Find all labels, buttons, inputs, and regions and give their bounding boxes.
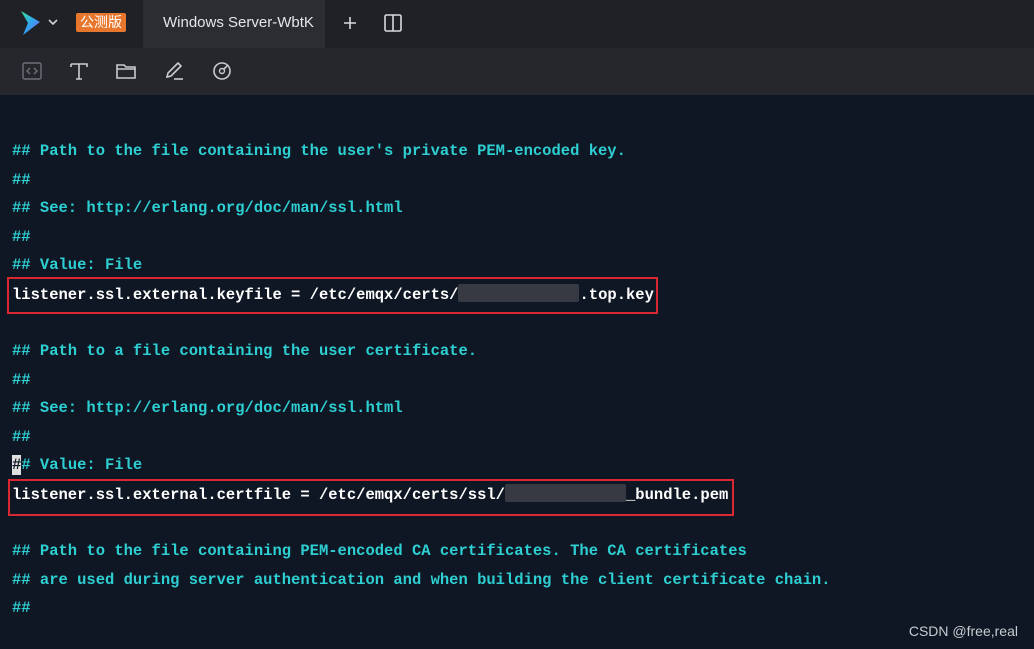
folder-icon[interactable] xyxy=(115,60,137,82)
edit-icon[interactable] xyxy=(163,60,185,82)
terminal-output[interactable]: ## Path to the file containing the user'… xyxy=(0,95,1034,649)
dashboard-icon[interactable] xyxy=(211,60,233,82)
terminal-line: ## Path to the file containing the user'… xyxy=(12,142,626,160)
terminal-line: ## xyxy=(12,228,31,246)
code-icon[interactable] xyxy=(21,60,43,82)
terminal-line: ## Path to the file containing PEM-encod… xyxy=(12,542,747,560)
plus-icon[interactable] xyxy=(341,14,359,32)
terminal-line: ## are used during server authentication… xyxy=(12,571,831,589)
app-logo-icon[interactable] xyxy=(18,9,44,37)
terminal-line: ## Path to a file containing the user ce… xyxy=(12,342,478,360)
beta-badge: 公测版 xyxy=(76,13,126,32)
terminal-line: ## xyxy=(12,428,31,446)
terminal-line: ## xyxy=(12,599,31,617)
chevron-down-icon[interactable] xyxy=(47,16,59,28)
split-view-icon[interactable] xyxy=(382,12,404,34)
tab-bar: 公测版 Windows Server-WbtK xyxy=(0,0,1034,48)
terminal-line: ## See: http://erlang.org/doc/man/ssl.ht… xyxy=(12,199,403,217)
text-cursor: # xyxy=(12,455,22,475)
terminal-line: ## See: http://erlang.org/doc/man/ssl.ht… xyxy=(12,399,403,417)
certfile-highlight-box xyxy=(8,479,734,516)
terminal-line: ## xyxy=(12,371,31,389)
text-icon[interactable] xyxy=(68,60,90,82)
terminal-line: ## Value: File xyxy=(12,256,143,274)
keyfile-highlight-box xyxy=(7,277,658,314)
tab-label: Windows Server-WbtK xyxy=(163,14,314,31)
toolbar xyxy=(0,48,1034,95)
terminal-line: ## Value: File xyxy=(12,455,143,475)
watermark: CSDN @free,real xyxy=(908,623,1018,639)
terminal-line: ## xyxy=(12,171,31,189)
tab-windows-server[interactable]: Windows Server-WbtK xyxy=(143,0,325,48)
